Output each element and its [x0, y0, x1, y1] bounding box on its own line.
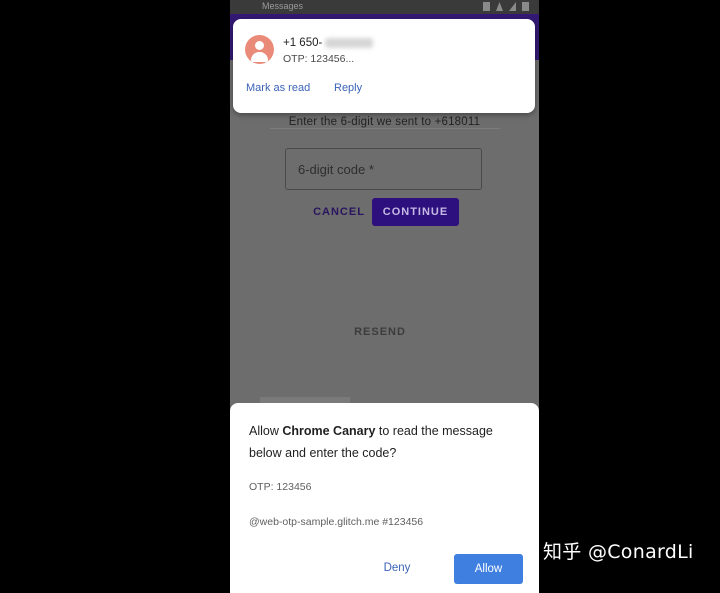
notification-sender: +1 650- — [283, 37, 374, 49]
wifi-icon — [496, 2, 503, 11]
resend-button[interactable]: RESEND — [348, 324, 412, 340]
mark-as-read-button[interactable]: Mark as read — [246, 82, 310, 94]
continue-button[interactable]: CONTINUE — [372, 198, 459, 226]
sms-notification[interactable]: +1 650- OTP: 123456... Mark as read Repl… — [233, 19, 535, 113]
signal-icon — [509, 2, 516, 11]
battery-icon — [522, 2, 529, 11]
otp-code-input[interactable] — [286, 149, 481, 189]
consent-otp-message: OTP: 123456 — [249, 481, 312, 493]
sms-consent-sheet: Allow Chrome Canary to read the message … — [230, 403, 539, 593]
otp-code-field[interactable] — [285, 148, 482, 190]
avatar-head — [255, 41, 264, 50]
watermark: 知乎 @ConardLi — [543, 541, 694, 563]
redacted-number — [325, 38, 374, 48]
consent-question: Allow Chrome Canary to read the message … — [249, 420, 519, 464]
otp-instruction: Enter the 6-digit we sent to +618011 — [288, 116, 481, 128]
deny-button[interactable]: Deny — [370, 556, 424, 580]
status-bar-app-name: Messages — [262, 1, 304, 11]
status-icons — [483, 2, 529, 11]
avatar-body — [251, 52, 268, 62]
consent-app-name: Chrome Canary — [282, 424, 376, 438]
dnd-icon — [483, 2, 490, 11]
sender-number: +1 650- — [283, 37, 323, 49]
cancel-button[interactable]: CANCEL — [312, 203, 366, 221]
consent-prefix: Allow — [249, 424, 283, 438]
person-icon — [245, 35, 274, 64]
notification-preview: OTP: 123456... — [283, 53, 355, 65]
reply-button[interactable]: Reply — [334, 82, 362, 94]
status-bar: Messages — [230, 0, 539, 14]
consent-origin: @web-otp-sample.glitch.me #123456 — [249, 516, 424, 528]
